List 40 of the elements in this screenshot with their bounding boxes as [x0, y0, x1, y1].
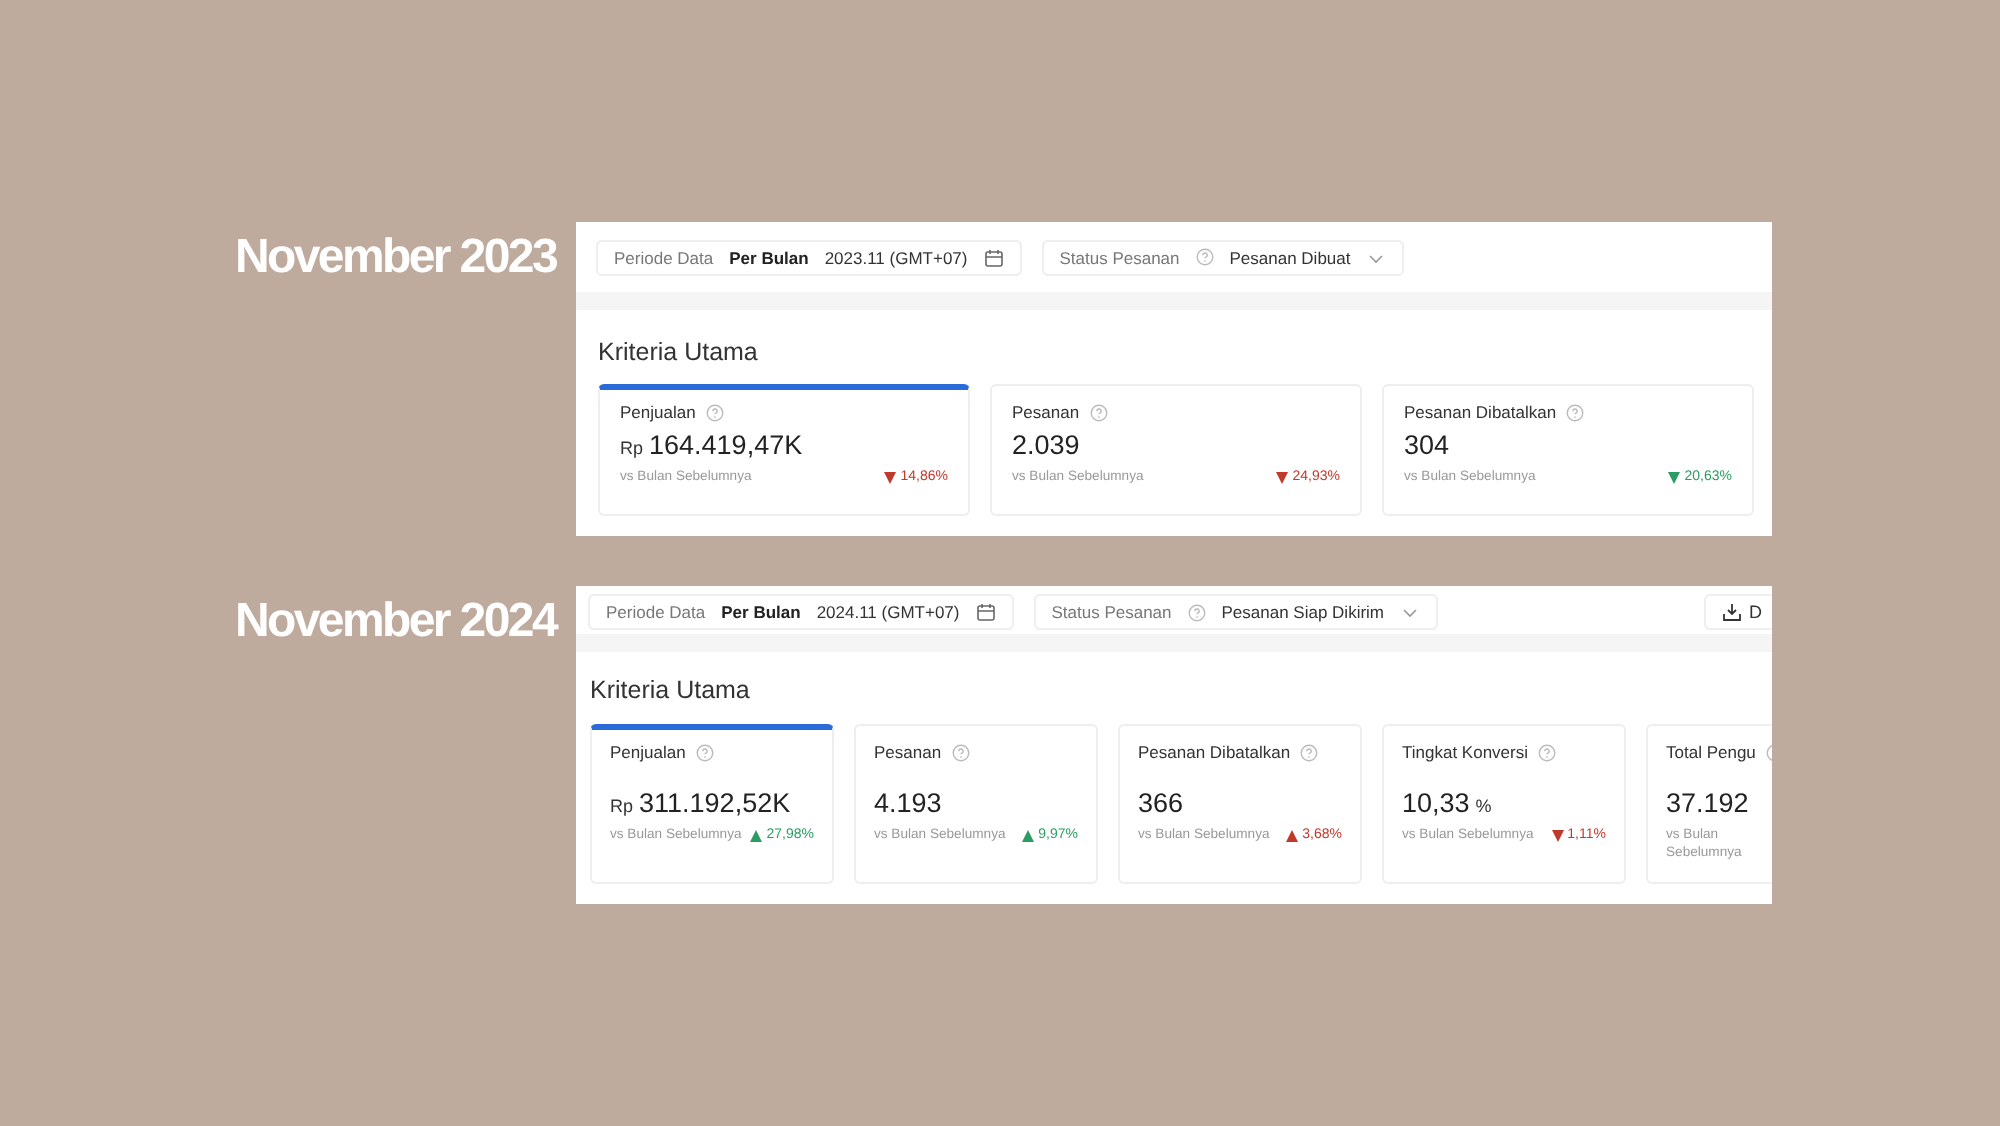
- slide-caption: November 2024: [232, 594, 559, 650]
- slide-caption: November 2023: [232, 230, 559, 286]
- help-icon: [1089, 403, 1108, 421]
- help-icon: [1300, 743, 1319, 761]
- section-title: Kriteria Utama: [596, 336, 760, 370]
- metric-label: Pesanan Dibatalkan: [1138, 742, 1291, 762]
- section-title: Kriteria Utama: [588, 674, 752, 708]
- currency-label: Rp: [610, 796, 634, 816]
- metric-label: Penjualan: [610, 742, 686, 762]
- metric-value: 164.419,47K: [649, 430, 803, 460]
- metric-value: 2.039: [1012, 430, 1080, 460]
- metric-value: 366: [1138, 788, 1184, 818]
- calendar-icon: [975, 602, 996, 622]
- status-filter[interactable]: Status Pesanan Pesanan Siap Dikirim: [1033, 594, 1439, 630]
- calendar-icon: [983, 247, 1004, 267]
- metric-value: 304: [1404, 430, 1450, 460]
- help-icon: [695, 743, 714, 761]
- period-filter[interactable]: Periode Data Per Bulan 2023.11 (GMT+07): [596, 239, 1022, 275]
- status-filter[interactable]: Status Pesanan Pesanan Dibuat: [1041, 239, 1405, 275]
- help-icon: [1195, 248, 1214, 266]
- metric-value: 10,33: [1402, 788, 1470, 818]
- metric-label: Tingkat Konversi: [1402, 742, 1528, 762]
- help-icon: [1187, 603, 1206, 621]
- download-button[interactable]: D: [1703, 594, 1772, 630]
- help-icon: [951, 743, 970, 761]
- metric-label: Total Pengu: [1666, 742, 1756, 762]
- unit-label: %: [1475, 796, 1492, 816]
- currency-label: Rp: [620, 438, 644, 458]
- metric-label: Pesanan: [874, 742, 942, 762]
- metric-value: 4.193: [874, 788, 942, 818]
- metric-value: 311.192,52K: [639, 788, 791, 818]
- help-icon: [1538, 743, 1556, 761]
- download-icon: [1721, 602, 1741, 622]
- help-icon: [705, 403, 724, 421]
- metric-label: Penjualan: [620, 402, 696, 422]
- help-icon: [1566, 403, 1585, 421]
- metric-label: Pesanan Dibatalkan: [1404, 402, 1557, 422]
- metric-label: Pesanan: [1012, 402, 1080, 422]
- period-filter[interactable]: Periode Data Per Bulan 2024.11 (GMT+07): [588, 594, 1014, 630]
- metric-value: 37.192: [1666, 788, 1749, 818]
